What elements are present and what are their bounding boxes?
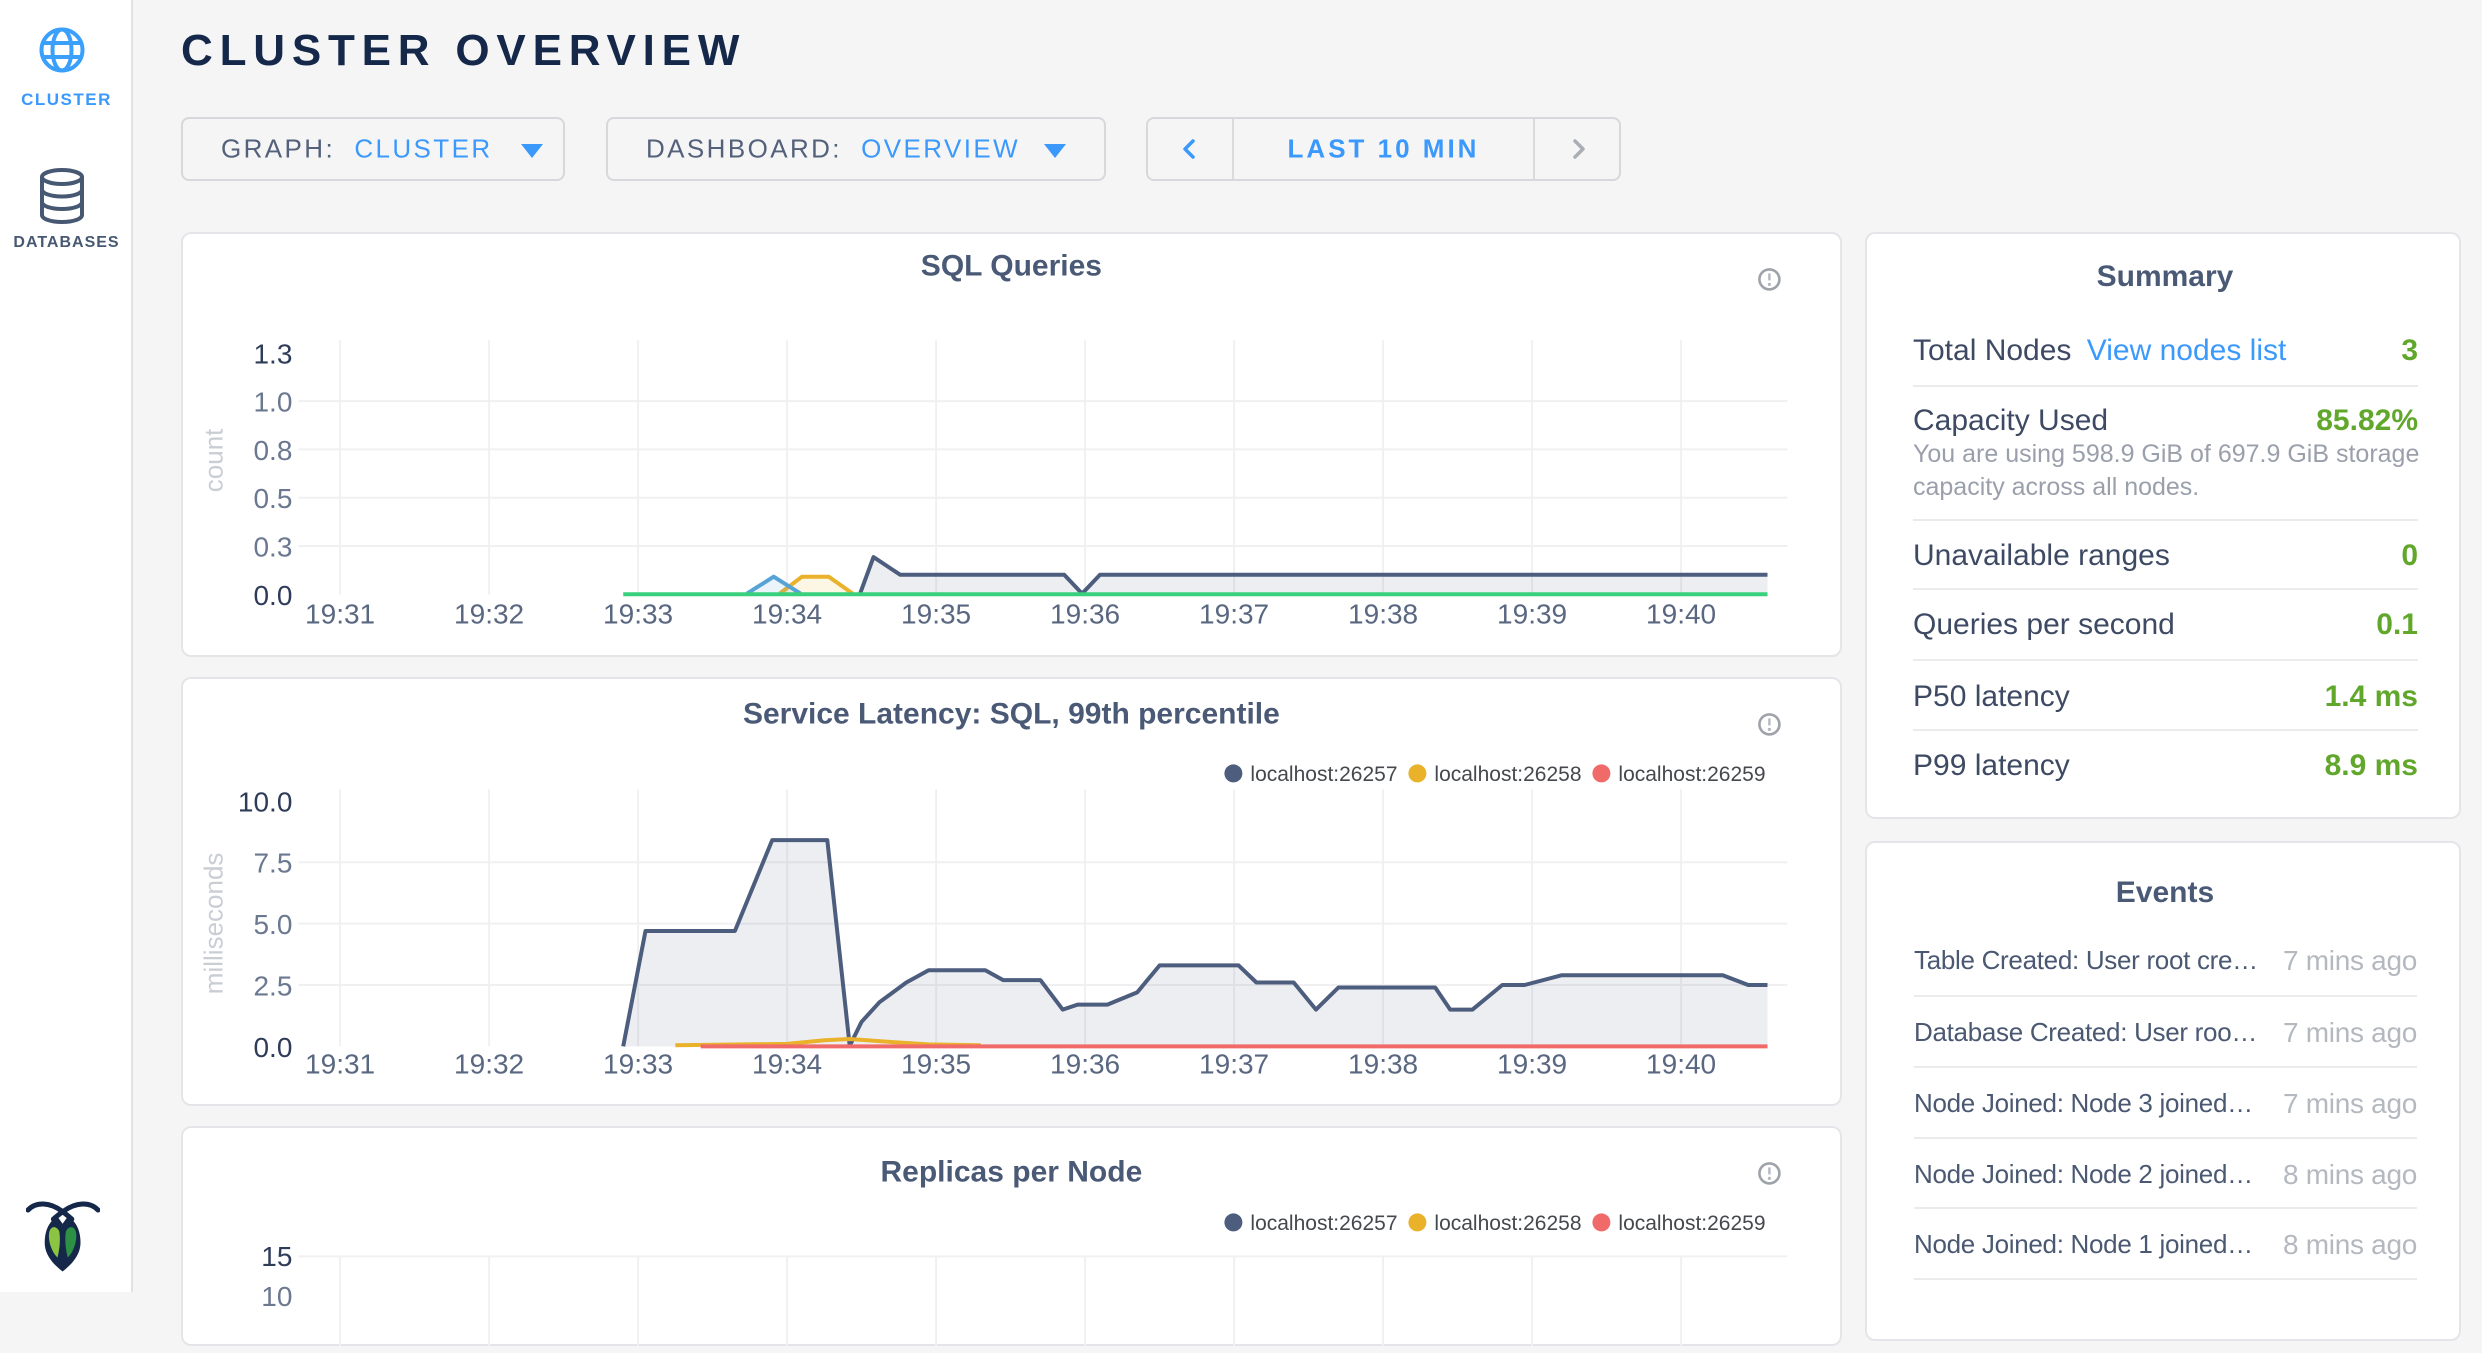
svg-text:0.8: 0.8 bbox=[253, 435, 292, 466]
svg-text:count: count bbox=[198, 428, 228, 492]
svg-text:Replicas per Node: Replicas per Node bbox=[881, 1155, 1143, 1188]
svg-text:0.5: 0.5 bbox=[253, 483, 292, 514]
svg-text:19:34: 19:34 bbox=[752, 598, 822, 629]
svg-text:localhost:26259: localhost:26259 bbox=[1618, 1212, 1765, 1235]
svg-text:SQL Queries: SQL Queries bbox=[921, 249, 1102, 282]
svg-text:2.5: 2.5 bbox=[253, 971, 292, 1002]
svg-text:19:36: 19:36 bbox=[1050, 598, 1120, 629]
svg-text:19:33: 19:33 bbox=[603, 1048, 673, 1079]
svg-text:localhost:26259: localhost:26259 bbox=[1618, 763, 1765, 786]
svg-text:1.3: 1.3 bbox=[253, 338, 292, 369]
svg-text:19:36: 19:36 bbox=[1050, 1048, 1120, 1079]
svg-text:19:35: 19:35 bbox=[901, 1048, 971, 1079]
svg-text:milliseconds: milliseconds bbox=[198, 853, 228, 995]
svg-text:19:31: 19:31 bbox=[305, 1048, 375, 1079]
svg-text:localhost:26258: localhost:26258 bbox=[1434, 763, 1581, 786]
svg-text:19:32: 19:32 bbox=[454, 1048, 524, 1079]
svg-text:19:37: 19:37 bbox=[1199, 598, 1269, 629]
svg-text:15: 15 bbox=[261, 1241, 292, 1272]
svg-text:5.0: 5.0 bbox=[253, 909, 292, 940]
svg-text:19:38: 19:38 bbox=[1348, 1048, 1418, 1079]
svg-text:0.3: 0.3 bbox=[253, 532, 292, 563]
svg-text:19:34: 19:34 bbox=[752, 1048, 822, 1079]
svg-text:19:39: 19:39 bbox=[1497, 598, 1567, 629]
svg-text:19:39: 19:39 bbox=[1497, 1048, 1567, 1079]
svg-text:localhost:26258: localhost:26258 bbox=[1434, 1212, 1581, 1235]
svg-text:0.0: 0.0 bbox=[253, 1032, 292, 1063]
svg-text:19:40: 19:40 bbox=[1646, 598, 1716, 629]
svg-text:Service Latency: SQL, 99th per: Service Latency: SQL, 99th percentile bbox=[743, 697, 1280, 730]
svg-text:10.0: 10.0 bbox=[238, 786, 293, 817]
svg-text:19:35: 19:35 bbox=[901, 598, 971, 629]
svg-text:19:31: 19:31 bbox=[305, 598, 375, 629]
svg-text:19:37: 19:37 bbox=[1199, 1048, 1269, 1079]
svg-text:0.0: 0.0 bbox=[253, 580, 292, 611]
svg-text:19:33: 19:33 bbox=[603, 598, 673, 629]
svg-text:7.5: 7.5 bbox=[253, 848, 292, 879]
svg-text:localhost:26257: localhost:26257 bbox=[1250, 763, 1397, 786]
svg-text:19:32: 19:32 bbox=[454, 598, 524, 629]
svg-text:10: 10 bbox=[261, 1281, 292, 1312]
svg-text:19:40: 19:40 bbox=[1646, 1048, 1716, 1079]
svg-text:19:38: 19:38 bbox=[1348, 598, 1418, 629]
svg-text:localhost:26257: localhost:26257 bbox=[1250, 1212, 1397, 1235]
svg-text:1.0: 1.0 bbox=[253, 387, 292, 418]
